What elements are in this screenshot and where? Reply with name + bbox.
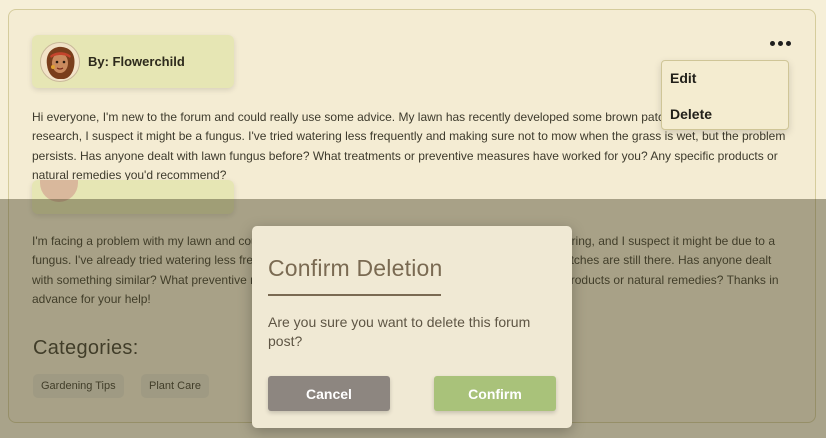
dot-icon — [777, 40, 783, 46]
avatar — [40, 42, 80, 82]
title-divider — [268, 294, 441, 296]
more-options-icon[interactable] — [764, 34, 796, 52]
menu-item-delete[interactable]: Delete — [670, 106, 712, 122]
post-options-menu: Edit Delete — [661, 60, 789, 130]
dialog-message: Are you sure you want to delete this for… — [268, 314, 531, 349]
confirm-button[interactable]: Confirm — [434, 376, 556, 411]
dialog-title: Confirm Deletion — [268, 255, 443, 281]
author-name: By: Flowerchild — [88, 54, 185, 69]
dot-icon — [785, 40, 791, 46]
dot-icon — [769, 40, 775, 46]
cancel-button[interactable]: Cancel — [268, 376, 390, 411]
confirm-deletion-dialog: Confirm Deletion Are you sure you want t… — [252, 226, 572, 428]
menu-item-edit[interactable]: Edit — [670, 70, 696, 86]
author-chip: By: Flowerchild — [32, 35, 234, 88]
